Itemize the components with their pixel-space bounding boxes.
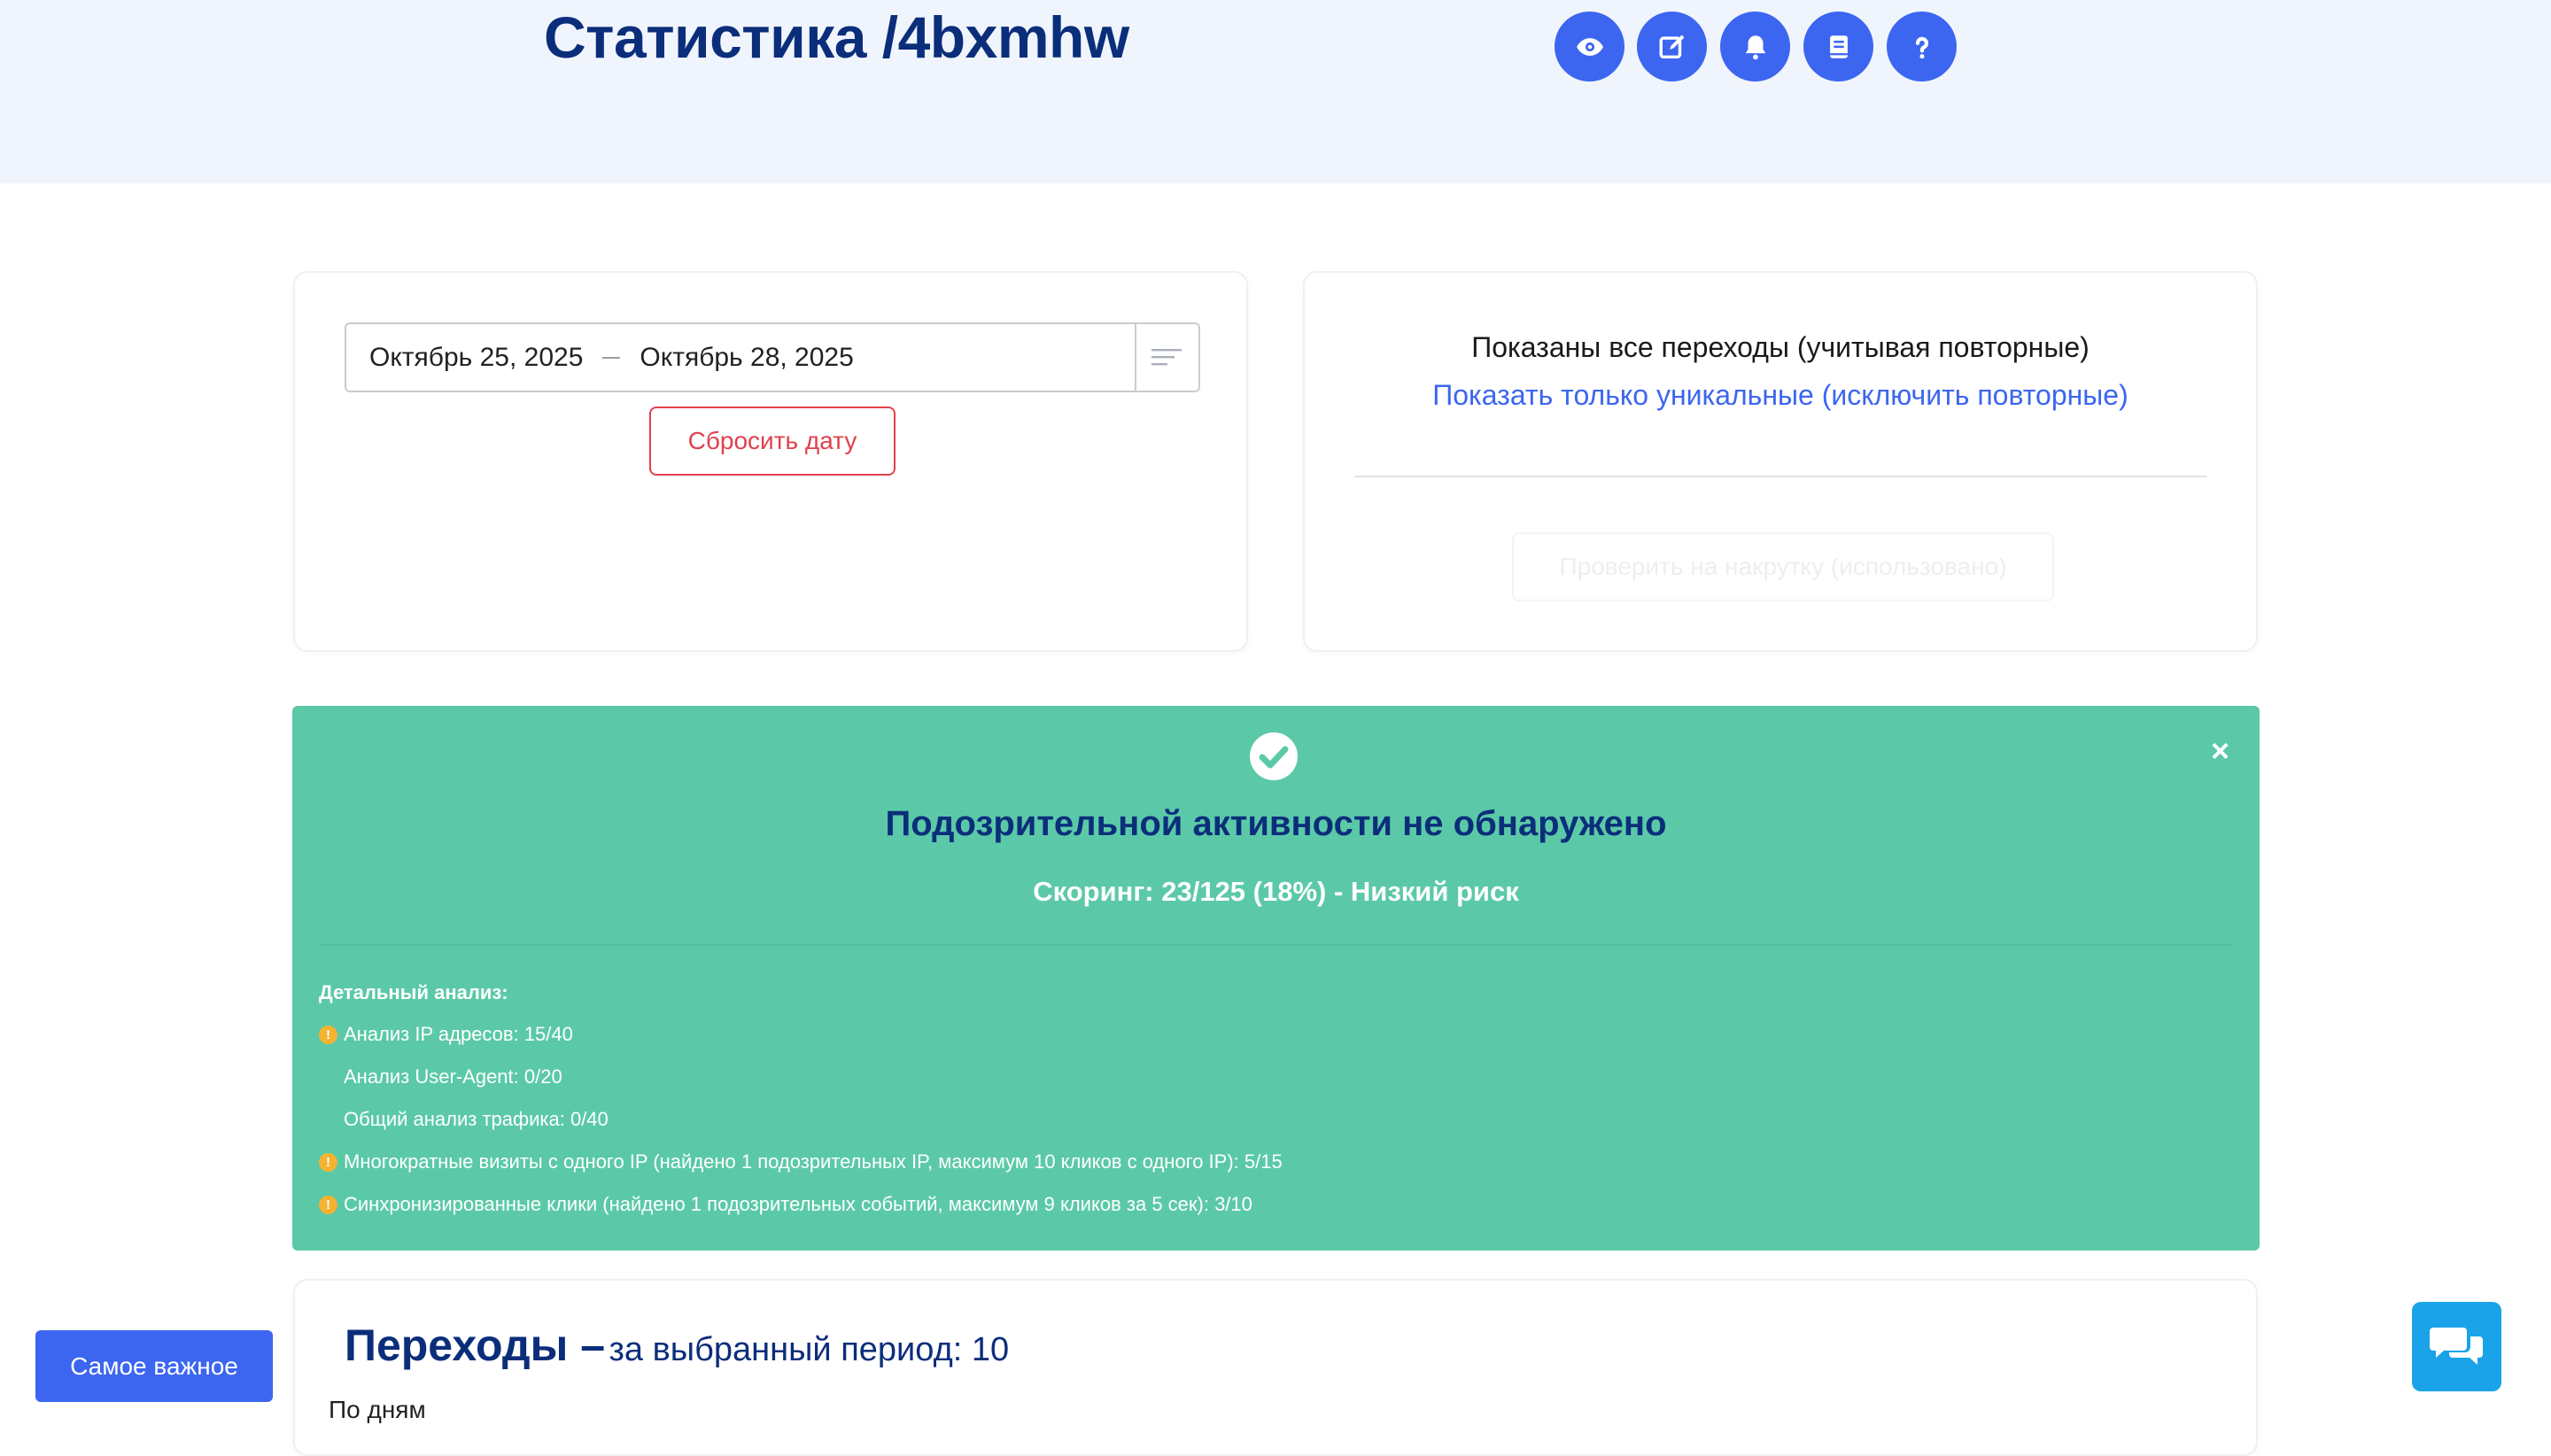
- date-separator: [602, 356, 621, 359]
- divider: [1354, 476, 2206, 477]
- check-circle-icon: [1250, 732, 1298, 780]
- check-fraud-button: Проверить на накрутку (использовано): [1512, 532, 2054, 601]
- detail-item: ! Многократные визиты с одного IP (найде…: [319, 1150, 1283, 1173]
- show-unique-link[interactable]: Показать только уникальные (исключить по…: [1305, 379, 2256, 412]
- alert-title: Подозрительной активности не обнаружено: [885, 804, 1667, 843]
- chat-icon[interactable]: [2412, 1302, 2501, 1391]
- detail-item: Анализ User-Agent: 0/20: [319, 1065, 562, 1088]
- transitions-subtitle: за выбранный период: 10: [609, 1331, 1010, 1368]
- eye-icon[interactable]: [1555, 12, 1624, 81]
- filter-lines-icon[interactable]: [1135, 324, 1198, 391]
- detail-item: ! Синхронизированные клики (найдено 1 по…: [319, 1193, 1252, 1216]
- date-range-picker[interactable]: Октябрь 25, 2025 Октябрь 28, 2025: [345, 322, 1200, 392]
- transitions-card: Переходы – за выбранный период: 10 По дн…: [293, 1279, 2258, 1456]
- detail-text: Общий анализ трафика: 0/40: [344, 1108, 609, 1130]
- by-days-label: По дням: [329, 1396, 426, 1423]
- warning-icon: !: [319, 1025, 337, 1044]
- transitions-title: Переходы –: [345, 1320, 606, 1370]
- detail-item: ! Анализ IP адресов: 15/40: [319, 1023, 573, 1046]
- warning-icon: !: [319, 1195, 337, 1214]
- header-band: [0, 0, 2551, 183]
- detail-text: Анализ User-Agent: 0/20: [344, 1065, 562, 1088]
- detail-item: Общий анализ трафика: 0/40: [319, 1108, 609, 1131]
- alert-score: Скоринг: 23/125 (18%) - Низкий риск: [1033, 876, 1519, 907]
- page-title: Статистика /4bxmhw: [544, 4, 1129, 70]
- details-heading: Детальный анализ:: [319, 981, 508, 1003]
- edit-icon[interactable]: [1637, 12, 1707, 81]
- book-icon[interactable]: [1803, 12, 1873, 81]
- reset-date-button[interactable]: Сбросить дату: [649, 407, 896, 476]
- divider: [319, 944, 2233, 946]
- important-button[interactable]: Самое важное: [35, 1330, 273, 1402]
- close-icon[interactable]: ×: [2211, 732, 2229, 770]
- transition-mode-card: Показаны все переходы (учитывая повторны…: [1303, 271, 2258, 652]
- date-filter-card: Октябрь 25, 2025 Октябрь 28, 2025 Сброси…: [293, 271, 1248, 652]
- transitions-heading: Переходы – за выбранный период: 10: [345, 1320, 1009, 1371]
- analysis-alert: × Подозрительной активности не обнаружен…: [292, 706, 2260, 1251]
- detail-text: Многократные визиты с одного IP (найдено…: [344, 1150, 1283, 1173]
- warning-icon: !: [319, 1152, 337, 1172]
- shown-all-text: Показаны все переходы (учитывая повторны…: [1471, 331, 2090, 363]
- date-end: Октябрь 28, 2025: [640, 342, 854, 372]
- detail-text: Анализ IP адресов: 15/40: [344, 1023, 573, 1045]
- detail-text: Синхронизированные клики (найдено 1 подо…: [344, 1193, 1252, 1215]
- bell-icon[interactable]: [1720, 12, 1790, 81]
- date-start: Октябрь 25, 2025: [369, 342, 584, 372]
- help-icon[interactable]: [1887, 12, 1957, 81]
